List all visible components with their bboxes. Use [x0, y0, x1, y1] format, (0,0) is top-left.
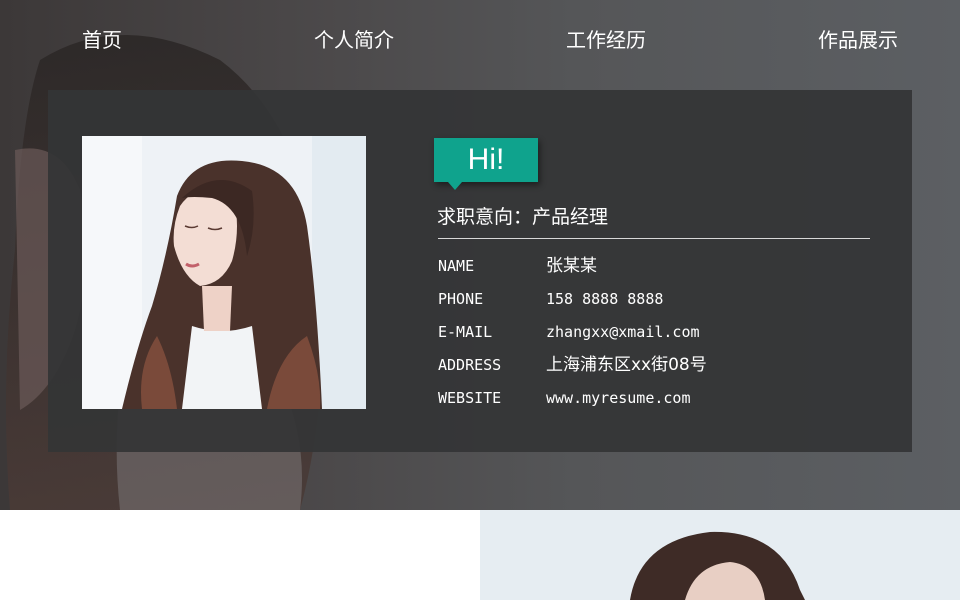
info-row-website: WEBSITE www.myresume.com [438, 384, 878, 417]
info-row-address: ADDRESS 上海浦东区xx街08号 [438, 351, 878, 384]
info-label: ADDRESS [438, 356, 502, 374]
contact-info-list: NAME 张某某 PHONE 158 8888 8888 E-MAIL zhan… [438, 252, 878, 417]
info-value: 158 8888 8888 [546, 290, 664, 308]
info-row-email: E-MAIL zhangxx@xmail.com [438, 318, 878, 351]
lower-section-text-area [0, 510, 480, 600]
nav-profile[interactable]: 个人简介 [314, 26, 394, 54]
info-row-name: NAME 张某某 [438, 252, 878, 285]
info-value: 上海浦东区xx街08号 [546, 355, 707, 375]
info-row-phone: PHONE 158 8888 8888 [438, 285, 878, 318]
top-nav: 首页 个人简介 工作经历 作品展示 [0, 0, 960, 80]
info-label: WEBSITE [438, 389, 502, 407]
info-value[interactable]: zhangxx@xmail.com [546, 318, 700, 346]
greeting-badge-pointer [448, 182, 462, 190]
nav-portfolio[interactable]: 作品展示 [818, 26, 898, 54]
nav-home[interactable]: 首页 [82, 26, 122, 54]
greeting-badge: Hi! [434, 138, 538, 182]
job-objective: 求职意向：产品经理 [437, 206, 609, 228]
info-label: PHONE [438, 290, 484, 308]
info-label: E-MAIL [438, 323, 493, 341]
divider [438, 238, 870, 239]
profile-card: Hi! 求职意向：产品经理 NAME 张某某 PHONE 158 8888 88… [48, 90, 912, 452]
profile-photo [82, 136, 366, 409]
lower-section-photo [480, 510, 960, 600]
nav-experience[interactable]: 工作经历 [566, 26, 646, 54]
info-value[interactable]: www.myresume.com [546, 384, 691, 412]
info-value: 张某某 [546, 256, 597, 276]
info-label: NAME [438, 257, 475, 275]
